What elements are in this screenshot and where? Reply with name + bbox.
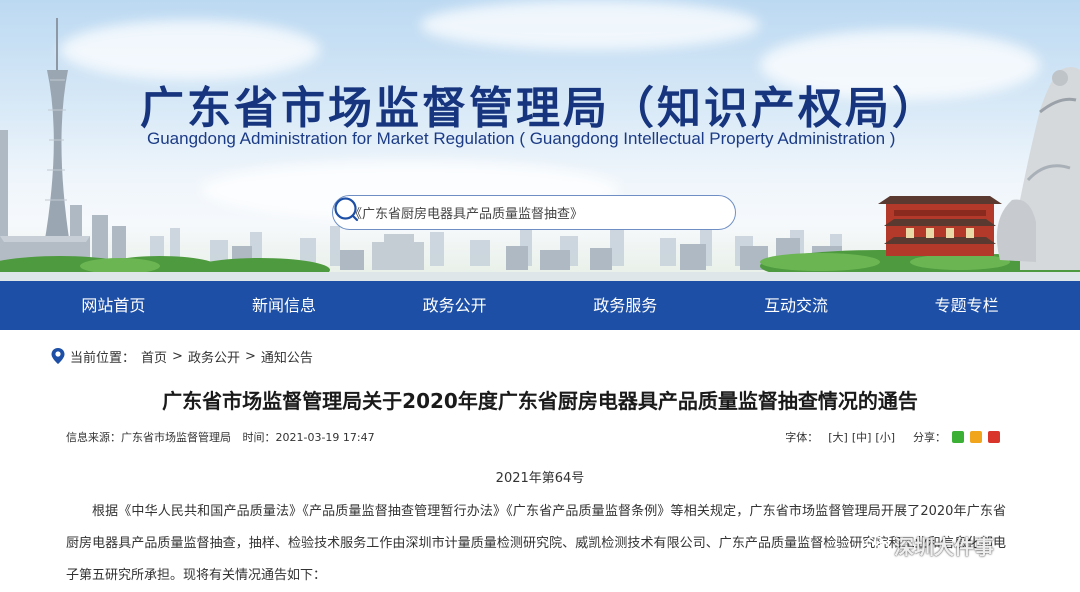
font-size-label: 字体：	[785, 431, 819, 444]
location-pin-icon	[50, 347, 66, 365]
search-icon	[334, 197, 359, 222]
breadcrumb-home-link[interactable]: 首页	[141, 347, 167, 366]
zhenhai-tower-illustration	[878, 196, 1002, 256]
nav-item-government-affairs[interactable]: 政务公开	[375, 281, 535, 330]
wechat-share-icon[interactable]	[952, 431, 964, 443]
breadcrumb: 当前位置： 首页 > 政务公开 > 通知公告	[50, 346, 313, 366]
site-title: 广东省市场监督管理局（知识产权局）	[140, 83, 939, 134]
main-nav: 网站首页 新闻信息 政务公开 政务服务 互动交流 专题专栏	[0, 281, 1080, 330]
search-button[interactable]	[334, 197, 727, 227]
nav-item-special-topics[interactable]: 专题专栏	[887, 281, 1047, 330]
nav-item-government-services[interactable]: 政务服务	[545, 281, 705, 330]
watermark: 深圳大件事	[866, 531, 994, 559]
font-size-medium-button[interactable]: [中]	[852, 429, 872, 445]
header-banner: 广东省市场监督管理局（知识产权局） Guangdong Administrati…	[0, 0, 1080, 281]
article-meta-bar: 信息来源：广东省市场监督管理局 时间：2021-03-19 17:47 字体： …	[66, 429, 1000, 445]
font-size-small-button[interactable]: [小]	[875, 429, 895, 445]
font-size-large-button[interactable]: [大]	[828, 429, 848, 445]
article-time: 时间：2021-03-19 17:47	[242, 431, 375, 444]
article-meta-left: 信息来源：广东省市场监督管理局 时间：2021-03-19 17:47	[66, 429, 383, 445]
share-label: 分享：	[913, 431, 946, 444]
search-box	[332, 195, 736, 230]
article-source: 信息来源：广东省市场监督管理局	[66, 431, 231, 444]
breadcrumb-separator: >	[244, 348, 256, 364]
search-input[interactable]	[349, 197, 699, 228]
weibo-share-icon[interactable]	[988, 431, 1000, 443]
watermark-text: 深圳大件事	[894, 534, 994, 559]
article-meta-right: 字体： [大] [中] [小] 分享：	[785, 429, 1000, 445]
article-title: 广东省市场监督管理局关于2020年度广东省厨房电器具产品质量监督抽查情况的通告	[162, 389, 918, 413]
qzone-share-icon[interactable]	[970, 431, 982, 443]
article-body-paragraph: 根据《中华人民共和国产品质量法》《产品质量监督抽查管理暂行办法》《广东省产品质量…	[66, 504, 1006, 583]
five-rams-statue-illustration	[996, 67, 1080, 270]
breadcrumb-government-affairs-link[interactable]: 政务公开	[188, 347, 240, 366]
breadcrumb-label: 当前位置：	[70, 350, 136, 366]
nav-item-home[interactable]: 网站首页	[33, 281, 193, 330]
document-number: 2021年第64号	[495, 471, 585, 486]
nav-item-interaction[interactable]: 互动交流	[716, 281, 876, 330]
breadcrumb-separator: >	[172, 348, 183, 364]
canton-tower-illustration	[44, 18, 70, 245]
nav-item-news[interactable]: 新闻信息	[204, 281, 364, 330]
wechat-logo-icon	[866, 535, 890, 554]
breadcrumb-notices-link[interactable]: 通知公告	[261, 347, 313, 366]
site-subtitle: Guangdong Administration for Market Regu…	[147, 129, 896, 148]
